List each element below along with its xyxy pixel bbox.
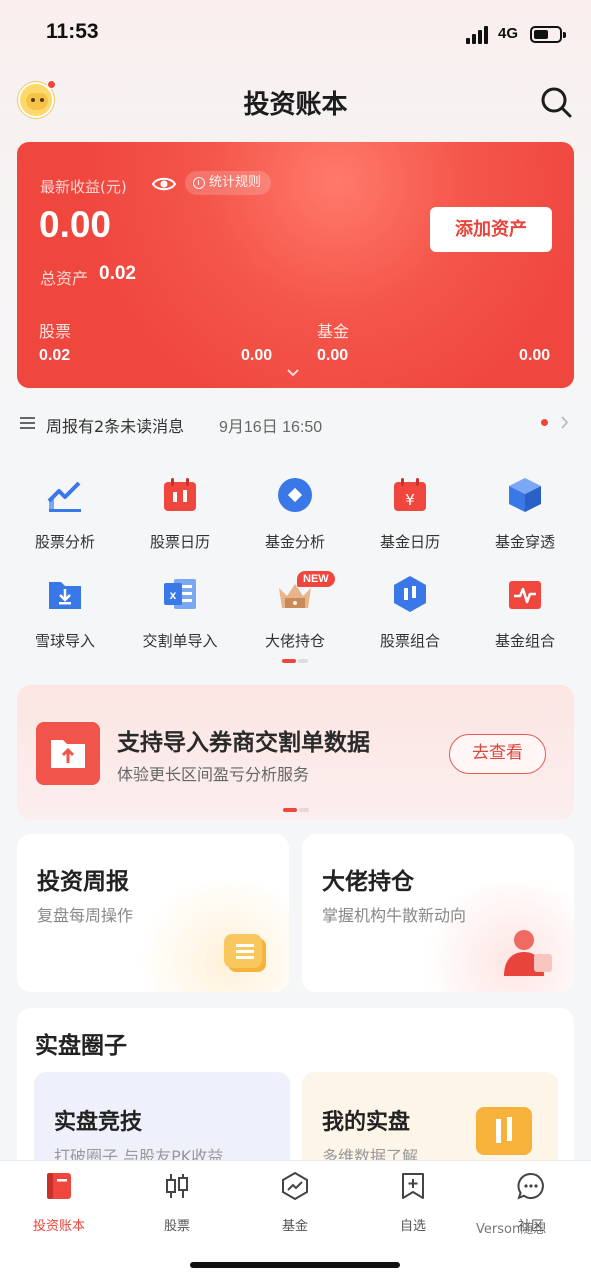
svg-text:x: x	[170, 588, 177, 602]
svg-text:¥: ¥	[405, 491, 415, 509]
header: 投资账本	[0, 70, 591, 132]
stock-value-left: 0.02	[39, 347, 71, 364]
card-title: 大佬持仓	[322, 869, 414, 895]
candles-badge-icon	[476, 1107, 532, 1155]
info-icon	[193, 177, 205, 189]
bookmark-plus-icon	[402, 1173, 424, 1199]
feature-label: 股票分析	[34, 533, 95, 551]
add-asset-button[interactable]: 添加资产	[430, 207, 552, 252]
feature-stock-analysis[interactable]: 股票分析	[6, 475, 124, 552]
tab-label: 基金	[281, 1219, 308, 1234]
big-holders-card[interactable]: 大佬持仓 掌握机构牛散新动向	[302, 834, 574, 992]
section-title: 实盘圈子	[35, 1033, 127, 1059]
search-icon[interactable]	[540, 86, 572, 118]
feature-label: 雪球导入	[34, 632, 95, 650]
feature-label: 基金穿透	[494, 533, 555, 551]
feature-label: 股票组合	[379, 632, 440, 650]
card-subtitle: 掌握机构牛散新动向	[322, 906, 467, 925]
watermark: Verson随想	[476, 1222, 547, 1237]
banner-subtitle: 体验更长区间盈亏分析服务	[117, 765, 310, 784]
rules-label: 统计规则	[209, 175, 262, 190]
feature-label: 基金日历	[379, 533, 440, 551]
banner-page-indicator	[283, 808, 309, 812]
grid-page-indicator	[282, 659, 310, 663]
folder-import-icon	[49, 582, 81, 609]
calendar-yen-icon: ¥	[394, 478, 426, 511]
card-title: 我的实盘	[322, 1110, 411, 1135]
view-button[interactable]: 去查看	[449, 734, 546, 774]
stock-label[interactable]: 股票	[39, 318, 71, 342]
fund-hexagon-icon	[282, 1171, 308, 1201]
fund-value-right: 0.00	[519, 347, 551, 364]
cube-icon	[509, 478, 541, 512]
feature-label: 基金组合	[494, 632, 555, 650]
weekly-report-notice[interactable]: 周报有2条未读消息 9月16日 16:50	[0, 400, 591, 446]
unread-dot	[541, 419, 548, 426]
total-assets-label: 总资产	[40, 269, 89, 288]
notice-text: 周报有2条未读消息	[46, 417, 185, 436]
person-icon	[504, 930, 552, 976]
status-time: 11:53	[46, 20, 99, 43]
feature-fund-penetration[interactable]: 基金穿透	[466, 475, 584, 552]
excel-icon: x	[164, 579, 196, 609]
chat-bubble-icon	[517, 1172, 544, 1200]
candlestick-icon	[166, 1174, 188, 1198]
weekly-report-card[interactable]: 投资周报 复盘每周操作	[17, 834, 289, 992]
battery-icon	[530, 26, 566, 43]
card-subtitle: 复盘每周操作	[37, 906, 134, 925]
fund-value-left: 0.00	[317, 347, 349, 364]
new-badge: NEW	[297, 571, 335, 587]
feature-label: 交割单导入	[142, 632, 218, 650]
income-value: 0.00	[39, 204, 112, 245]
summary-card: 最新收益(元) 统计规则 0.00 总资产 0.02 添加资产 股票 0.02 …	[17, 142, 574, 388]
banner-title: 支持导入券商交割单数据	[117, 730, 370, 756]
chevron-right-icon[interactable]	[560, 415, 569, 430]
feature-stock-calendar[interactable]: 股票日历	[121, 475, 239, 552]
chevron-down-icon[interactable]	[286, 368, 300, 378]
tab-stocks[interactable]: 股票	[118, 1171, 236, 1234]
calendar-candles-icon	[164, 478, 196, 511]
feature-stock-portfolio[interactable]: 股票组合	[351, 574, 469, 651]
list-icon	[20, 417, 35, 429]
page: 11:53 4G 投资账本 最新收益(元) 统计规则 0.00 总资产 0.02…	[0, 0, 591, 1280]
feature-fund-analysis[interactable]: 基金分析	[236, 475, 354, 552]
report-stack-icon	[224, 934, 266, 972]
network-label: 4G	[498, 25, 519, 42]
stock-value-right: 0.00	[241, 347, 273, 364]
feature-label: 股票日历	[149, 533, 210, 551]
diamond-circle-icon	[278, 478, 312, 512]
fund-label[interactable]: 基金	[317, 318, 349, 342]
tab-funds[interactable]: 基金	[236, 1171, 354, 1234]
feature-big-holders[interactable]: 大佬持仓	[236, 574, 354, 651]
hexagon-candles-icon	[394, 576, 426, 612]
home-indicator[interactable]	[190, 1262, 400, 1268]
community-section: 实盘圈子 实盘竞技 打破圈子 与股友PK收益 我的实盘 多维数据了解	[17, 1008, 574, 1182]
feature-xueqiu-import[interactable]: 雪球导入	[6, 574, 124, 651]
notice-date: 9月16日 16:50	[219, 419, 323, 436]
upload-folder-icon	[36, 722, 100, 785]
feature-fund-calendar[interactable]: ¥ 基金日历	[351, 475, 469, 552]
tab-ledger[interactable]: 投资账本	[0, 1171, 118, 1234]
income-label: 最新收益(元)	[40, 178, 127, 196]
chart-trend-icon	[47, 481, 81, 512]
card-title: 实盘竞技	[54, 1110, 143, 1135]
tab-label: 股票	[163, 1219, 190, 1234]
signal-icon	[466, 26, 492, 44]
card-title: 投资周报	[37, 869, 129, 895]
status-bar: 11:53 4G	[0, 0, 591, 70]
eye-icon[interactable]	[152, 175, 176, 193]
feature-label: 基金分析	[264, 533, 325, 551]
pulse-box-icon	[509, 581, 541, 609]
import-banner[interactable]: 支持导入券商交割单数据 体验更长区间盈亏分析服务 去查看	[17, 685, 574, 820]
rules-chip[interactable]: 统计规则	[185, 171, 272, 195]
ledger-book-icon	[47, 1173, 71, 1199]
page-title: 投资账本	[243, 90, 348, 120]
tab-watchlist[interactable]: 自选	[354, 1171, 472, 1234]
tab-label: 自选	[399, 1219, 426, 1234]
feature-label: 大佬持仓	[264, 632, 325, 650]
feature-statement-import[interactable]: x 交割单导入	[121, 574, 239, 651]
tab-label: 投资账本	[32, 1219, 85, 1234]
total-assets-value: 0.02	[99, 263, 136, 284]
feature-fund-portfolio[interactable]: 基金组合	[466, 574, 584, 651]
